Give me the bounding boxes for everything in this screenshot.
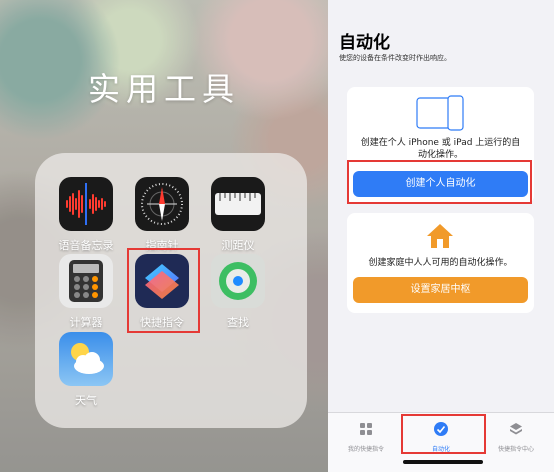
weather-icon <box>59 332 113 386</box>
app-voice-memos[interactable]: 语音备忘录 <box>51 177 121 253</box>
app-calculator[interactable]: 计算器 <box>51 254 121 330</box>
folder-title: 实用工具 <box>87 70 240 108</box>
highlight-box-create-button <box>347 160 532 204</box>
tab-my-shortcuts[interactable]: 我的快捷指令 <box>331 421 401 453</box>
highlight-box-shortcuts <box>127 248 200 333</box>
setup-home-hub-button[interactable]: 设置家居中枢 <box>353 277 528 303</box>
personal-automation-text: 创建在个人 iPhone 或 iPad 上运行的自动化操作。 <box>360 138 521 160</box>
page-subtitle: 使您的设备在条件改变时作出响应。 <box>339 54 451 62</box>
calculator-icon <box>59 254 113 308</box>
page-title: 自动化 <box>339 33 390 53</box>
home-automation-card: 创建家庭中人人可用的自动化操作。 设置家居中枢 <box>347 213 534 313</box>
highlight-box-automation-tab <box>401 414 486 454</box>
grid-icon <box>360 423 372 435</box>
home-indicator <box>403 460 483 464</box>
app-label: 测距仪 <box>221 239 255 252</box>
app-label: 天气 <box>75 394 97 407</box>
voice-memos-icon <box>59 177 113 231</box>
app-label: 计算器 <box>69 316 103 329</box>
home-icon <box>427 224 453 248</box>
devices-icon <box>416 95 464 131</box>
app-label: 查找 <box>227 316 249 329</box>
automation-screen: 自动化 使您的设备在条件改变时作出响应。 创建在个人 iPhone 或 iPad… <box>328 0 554 472</box>
compass-icon <box>135 177 189 231</box>
tab-label: 我的快捷指令 <box>347 446 384 453</box>
measure-icon <box>211 177 265 231</box>
app-compass[interactable]: 指南针 <box>127 177 197 253</box>
gallery-icon <box>510 423 522 435</box>
tab-gallery[interactable]: 快捷指令中心 <box>481 421 551 453</box>
home-automation-text: 创建家庭中人人可用的自动化操作。 <box>368 258 513 268</box>
find-my-icon <box>211 254 265 308</box>
app-label: 语音备忘录 <box>58 239 114 252</box>
home-screen-folder-view: 实用工具 语音备忘录 指南针 测距仪 计算器 快捷指令 查找 天气 <box>0 0 328 472</box>
app-measure[interactable]: 测距仪 <box>203 177 273 253</box>
tab-label: 快捷指令中心 <box>497 446 534 453</box>
app-weather[interactable]: 天气 <box>51 332 121 408</box>
app-find-my[interactable]: 查找 <box>203 254 273 330</box>
